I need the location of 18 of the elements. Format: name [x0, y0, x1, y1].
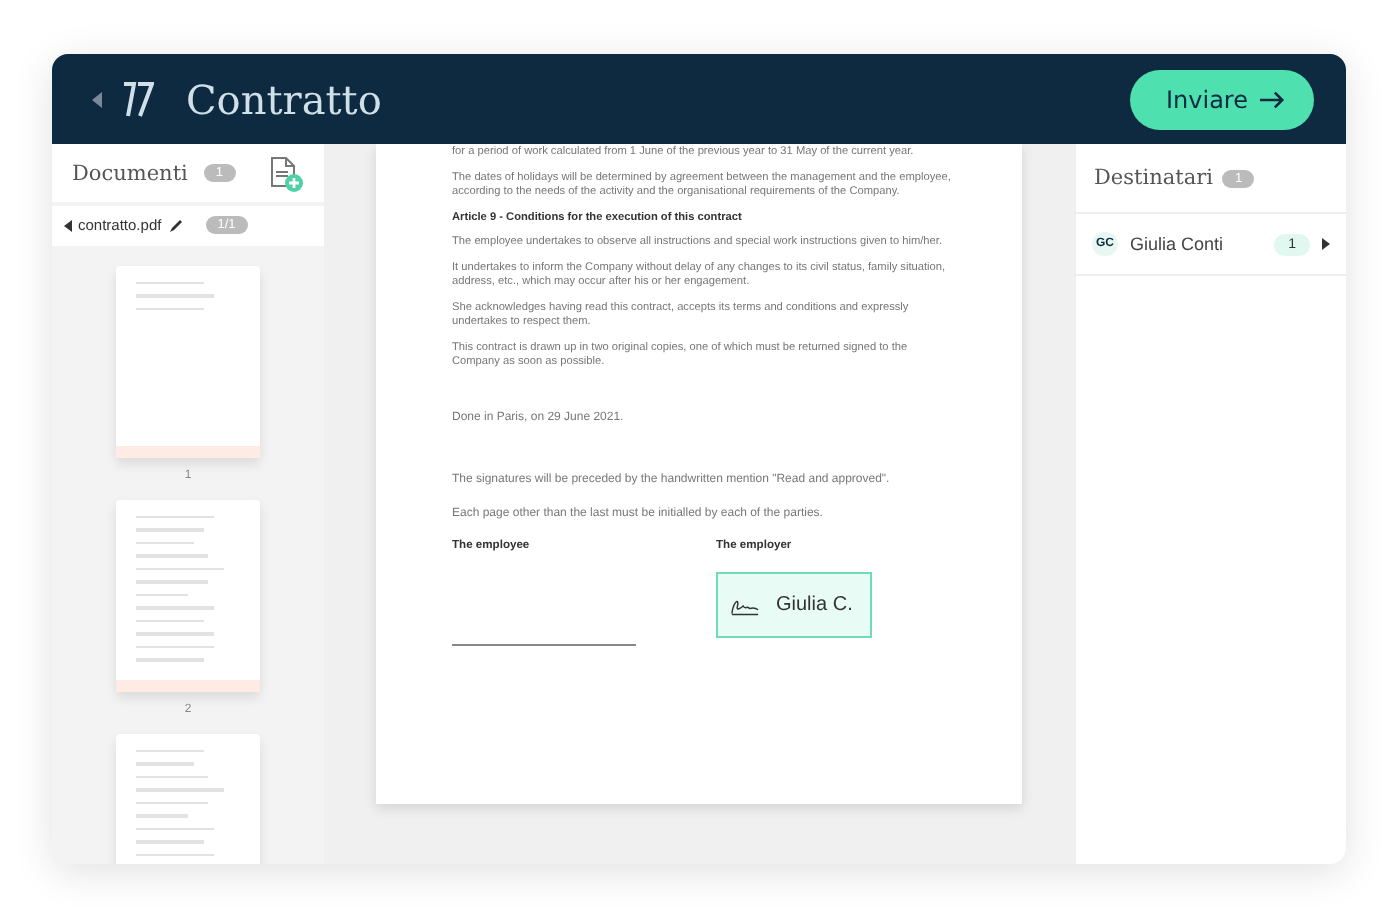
logo-icon — [122, 81, 154, 117]
arrow-icon — [1260, 89, 1286, 109]
signature-box[interactable]: Giulia C. — [716, 572, 872, 639]
panel-title: Destinatari — [1094, 166, 1213, 190]
signature-icon — [730, 595, 760, 616]
signer-name: Giulia C. — [776, 594, 853, 617]
pencil-icon[interactable] — [167, 217, 184, 234]
page-thumbnail[interactable] — [116, 499, 260, 692]
panel-title: Documenti — [72, 161, 188, 185]
add-document-icon[interactable] — [268, 155, 304, 191]
window-title: Contratto — [186, 75, 384, 123]
signature-line[interactable] — [452, 644, 636, 647]
page-thumbnail[interactable] — [116, 265, 260, 458]
send-button[interactable]: Inviare — [1130, 69, 1314, 129]
recipient-name: Giulia Conti — [1130, 234, 1226, 254]
collapse-icon[interactable] — [64, 219, 72, 232]
back-icon[interactable] — [92, 91, 102, 107]
expand-icon[interactable] — [1322, 238, 1330, 250]
